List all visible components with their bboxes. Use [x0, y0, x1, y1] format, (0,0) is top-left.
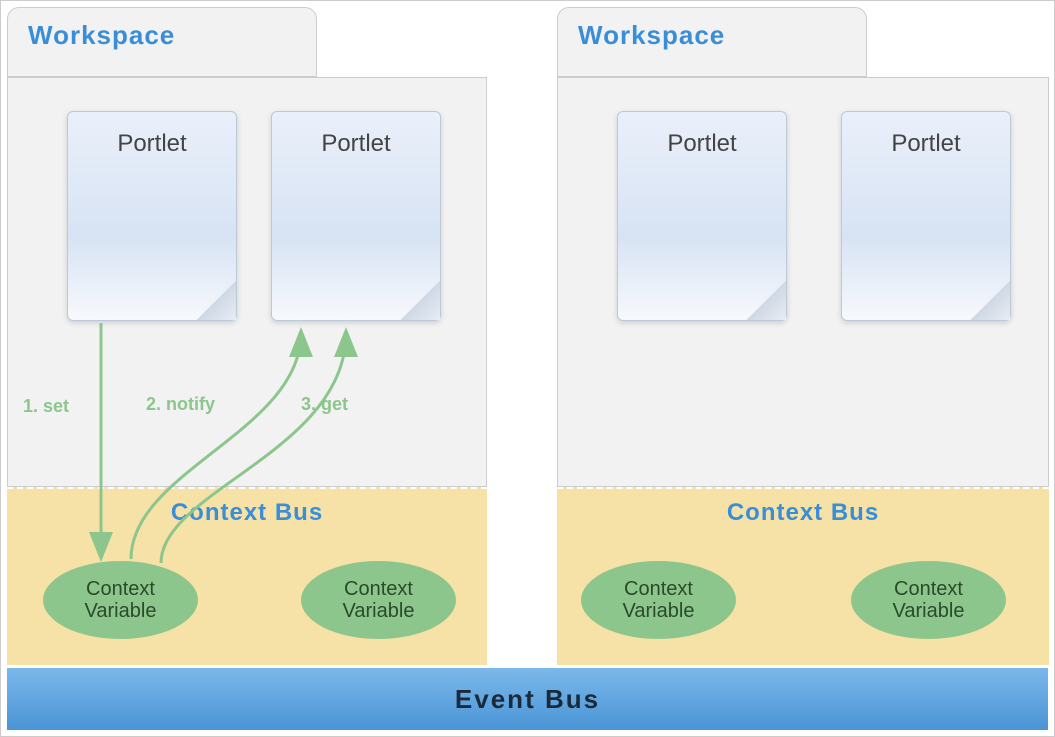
portlet-1-1: Portlet — [67, 111, 237, 321]
workspace-tab-2: Workspace — [557, 7, 867, 77]
context-bus-title-left: Context Bus — [7, 489, 487, 527]
workspace-tab-1: Workspace — [7, 7, 317, 77]
portlet-2-2: Portlet — [841, 111, 1011, 321]
context-variable-1: Context Variable — [43, 561, 198, 639]
flow-label-set: 1. set — [23, 396, 69, 417]
context-variable-label: Context Variable — [43, 578, 198, 622]
workspace-title-1: Workspace — [28, 20, 175, 50]
context-variable-2: Context Variable — [301, 561, 456, 639]
context-variable-3: Context Variable — [581, 561, 736, 639]
workspace-title-2: Workspace — [578, 20, 725, 50]
context-variable-4: Context Variable — [851, 561, 1006, 639]
portlet-label: Portlet — [891, 130, 960, 157]
flow-label-notify: 2. notify — [146, 394, 215, 415]
context-bus-title-right: Context Bus — [557, 489, 1049, 527]
event-bus-title: Event Bus — [455, 684, 600, 714]
event-bus: Event Bus — [7, 668, 1048, 730]
portlet-label: Portlet — [117, 130, 186, 157]
context-variable-label: Context Variable — [581, 578, 736, 622]
portlet-label: Portlet — [667, 130, 736, 157]
diagram-canvas: Workspace Workspace Portlet Portlet Port… — [0, 0, 1055, 737]
context-variable-label: Context Variable — [301, 578, 456, 622]
context-variable-label: Context Variable — [851, 578, 1006, 622]
portlet-label: Portlet — [321, 130, 390, 157]
portlet-2-1: Portlet — [617, 111, 787, 321]
flow-label-get: 3. get — [301, 394, 348, 415]
portlet-1-2: Portlet — [271, 111, 441, 321]
